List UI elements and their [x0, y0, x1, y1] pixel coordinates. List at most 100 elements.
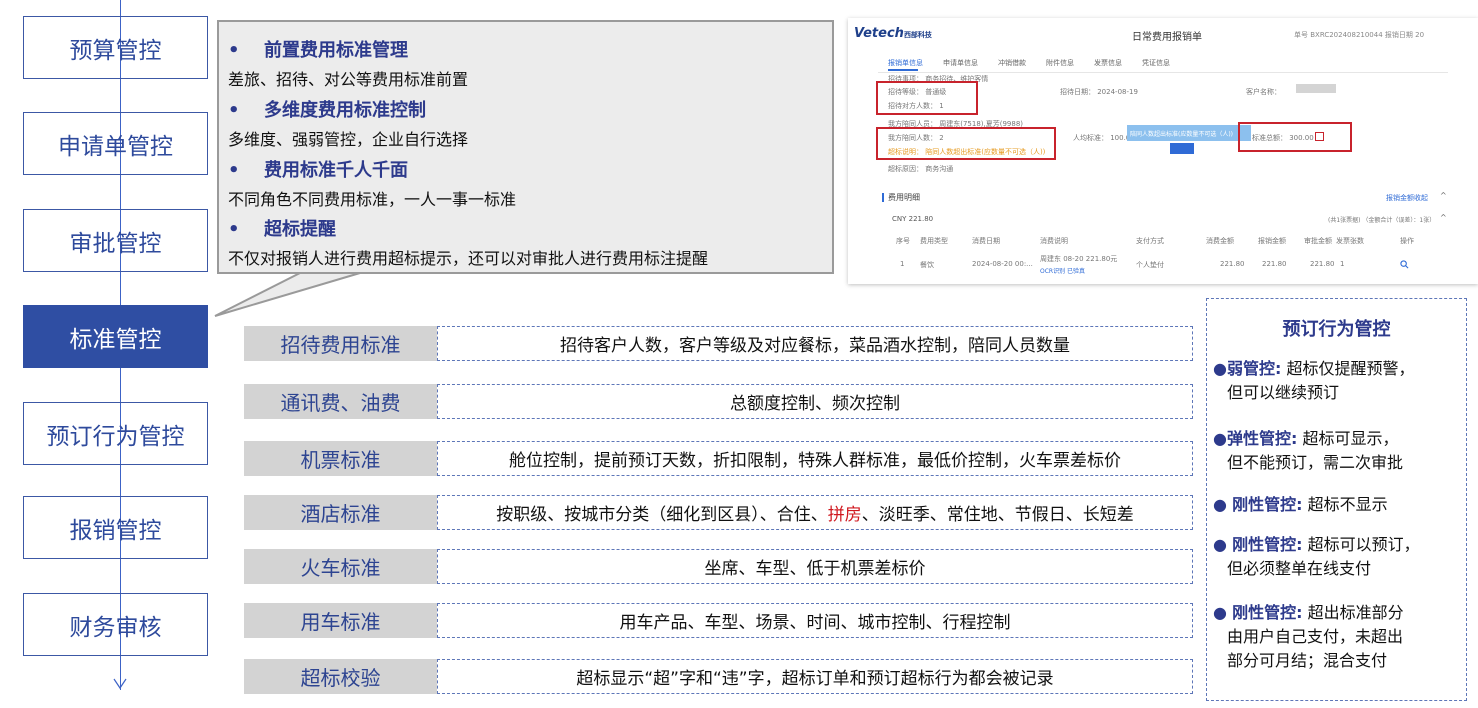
feature-desc: 差旅、招待、对公等费用标准前置: [228, 70, 469, 89]
col-header: 消费日期: [972, 237, 1000, 245]
standard-label: 酒店标准: [244, 495, 437, 530]
nav-item-label: 标准管控: [69, 326, 162, 353]
control-label: 刚性管控:: [1232, 603, 1303, 622]
feature-item: • 多维度费用标准控制 多维度、强弱管控，企业自行选择: [228, 96, 468, 150]
currency-total: CNY 221.80: [892, 215, 934, 223]
standard-desc: 按职级、按城市分类（细化到区县）、合住、 拼房 、淡旺季、常住地、节假日、长短差: [437, 495, 1193, 530]
standard-label: 通讯费、油费: [244, 384, 437, 419]
collapse-link[interactable]: 报销金额收起: [1386, 193, 1428, 203]
tab-application-info[interactable]: 申请单信息: [943, 58, 978, 68]
form-number: 单号 BXRC20240821004​4 报销日期 20: [1294, 31, 1425, 39]
invoice-summary: (共1张票据) （金额合计（误差）：1张）: [1328, 217, 1436, 224]
tab-attachments[interactable]: 附件信息: [1046, 58, 1074, 68]
bullet: ●: [1213, 603, 1227, 622]
active-tab-indicator: [888, 69, 918, 71]
booking-control-panel: 预订行为管控 ●弱管控: 超标仅提醒预警， 但可以继续预订 ●弹性管控: 超标可…: [1206, 298, 1467, 701]
nav-item-label: 审批管控: [69, 230, 162, 257]
panel-item: ● 刚性管控: 超出标准部分 由用户自己支付，未超出 部分可月结；混合支付: [1213, 603, 1404, 670]
col-header: 消费金额: [1206, 237, 1234, 245]
highlight-box: [1238, 122, 1352, 152]
panel-item: ●弱管控: 超标仅提醒预警， 但可以继续预订: [1213, 359, 1415, 402]
cell-tags: OCR识别 已验真: [1040, 268, 1085, 275]
col-header: 消费说明: [1040, 237, 1068, 245]
col-header: 支付方式: [1136, 237, 1164, 245]
feature-title: 超标提醒: [264, 219, 336, 240]
cell: 2024-08-20 00:...: [972, 260, 1033, 268]
nav-item-reimburse[interactable]: 报销管控: [23, 496, 208, 559]
highlight-box: [876, 127, 1056, 160]
control-label: 刚性管控:: [1232, 535, 1303, 554]
feature-callout: • 前置费用标准管理 差旅、招待、对公等费用标准前置 • 多维度费用标准控制 多维度…: [217, 20, 834, 274]
form-title: 日常费用报销单: [1132, 32, 1202, 43]
cell: 1: [1340, 260, 1345, 268]
nav-item-label: 预订行为管控: [46, 423, 185, 450]
standard-label: 招待费用标准: [244, 326, 437, 361]
cell: 221.80: [1220, 260, 1245, 268]
feature-item: • 前置费用标准管理 差旅、招待、对公等费用标准前置: [228, 36, 468, 90]
search-icon[interactable]: [1400, 260, 1409, 269]
standard-label: 火车标准: [244, 549, 437, 584]
nav-item-standard[interactable]: 标准管控: [23, 305, 208, 368]
nav-item-label: 财务审核: [69, 614, 162, 641]
feature-title: 前置费用标准管理: [264, 40, 408, 61]
arrow-down-icon: [113, 678, 127, 690]
col-header: 发票张数: [1336, 237, 1364, 245]
nav-item-approval[interactable]: 审批管控: [23, 209, 208, 272]
nav-item-finance[interactable]: 财务审核: [23, 593, 208, 656]
chevron-up-icon[interactable]: ^: [1440, 213, 1447, 222]
control-label: 弱管控:: [1226, 359, 1282, 378]
tooltip-button[interactable]: [1170, 143, 1194, 154]
feature-desc: 多维度、强弱管控，企业自行选择: [228, 130, 469, 149]
cell: 餐饮: [920, 261, 934, 269]
standard-desc: 超标显示“超”字和“违”字，超标订单和预订超标行为都会被记录: [437, 659, 1193, 694]
nav-item-label: 预算管控: [69, 37, 162, 64]
nav-item-label: 报销管控: [69, 517, 162, 544]
control-label: 刚性管控:: [1232, 495, 1303, 514]
section-expense-detail: 费用明细: [882, 193, 920, 202]
feature-item: • 超标提醒 不仅对报销人进行费用超标提示，还可以对审批人进行费用标注提醒: [228, 215, 708, 269]
control-label: 弹性管控:: [1226, 429, 1298, 448]
panel-title: 预订行为管控: [1282, 319, 1391, 340]
vetech-logo: Vetech西部科技: [854, 26, 932, 41]
col-header: 费用类型: [920, 237, 948, 245]
panel-item: ● 刚性管控: 超标可以预订， 但必须整单在线支付: [1213, 535, 1420, 578]
bullet: •: [228, 40, 240, 61]
bullet: •: [228, 219, 240, 240]
feature-desc: 不同角色不同费用标准，一人一事一标准: [228, 190, 517, 209]
bullet: •: [228, 100, 240, 121]
highlight-box: [876, 81, 978, 115]
expense-form-screenshot: Vetech西部科技 日常费用报销单 单号 BXRC20240821004​4 …: [848, 18, 1478, 284]
form-tabs: 报销单信息 申请单信息 冲销借款 附件信息 发票信息 凭证信息: [888, 58, 1170, 68]
field-customer: 客户名称：: [1246, 88, 1281, 96]
masked-customer-name: [1296, 84, 1336, 93]
nav-item-booking[interactable]: 预订行为管控: [23, 402, 208, 465]
bullet: ●: [1213, 495, 1227, 514]
feature-item: • 费用标准千人千面 不同角色不同费用标准，一人一事一标准: [228, 156, 516, 210]
divider: [878, 72, 1448, 73]
panel-item: ● 刚性管控: 超标不显示: [1213, 495, 1388, 514]
col-header: 序号: [896, 237, 910, 245]
field-date: 招待日期： 2024-08-19: [1060, 88, 1138, 96]
standard-desc: 用车产品、车型、场景、时间、城市控制、行程控制: [437, 603, 1193, 638]
standard-desc: 总额度控制、频次控制: [437, 384, 1193, 419]
cell: 个人垫付: [1136, 261, 1164, 269]
cell: 221.80: [1262, 260, 1287, 268]
nav-item-budget[interactable]: 预算管控: [23, 16, 208, 79]
cell: 221.80: [1310, 260, 1335, 268]
chevron-up-icon[interactable]: ^: [1440, 191, 1447, 200]
standard-desc: 舱位控制，提前预订天数，折扣限制，特殊人群标准，最低价控制，火车票差标价: [437, 441, 1193, 476]
nav-item-application[interactable]: 申请单管控: [23, 112, 208, 175]
tab-reimburse-info[interactable]: 报销单信息: [888, 58, 923, 68]
feature-title: 费用标准千人千面: [264, 160, 408, 181]
standard-label: 用车标准: [244, 603, 437, 638]
cell: 1: [900, 260, 905, 268]
col-header: 报销金额: [1258, 237, 1286, 245]
panel-item: ●弹性管控: 超标可显示， 但不能预订，需二次审批: [1213, 429, 1404, 472]
feature-desc: 不仅对报销人进行费用超标提示，还可以对审批人进行费用标注提醒: [228, 249, 709, 268]
bullet: ●: [1213, 429, 1227, 448]
tab-loan-offset[interactable]: 冲销借款: [998, 58, 1026, 68]
standard-desc: 坐席、车型、低于机票差标价: [437, 549, 1193, 584]
tab-vouchers[interactable]: 凭证信息: [1142, 58, 1170, 68]
bullet: ●: [1213, 359, 1227, 378]
tab-invoices[interactable]: 发票信息: [1094, 58, 1122, 68]
